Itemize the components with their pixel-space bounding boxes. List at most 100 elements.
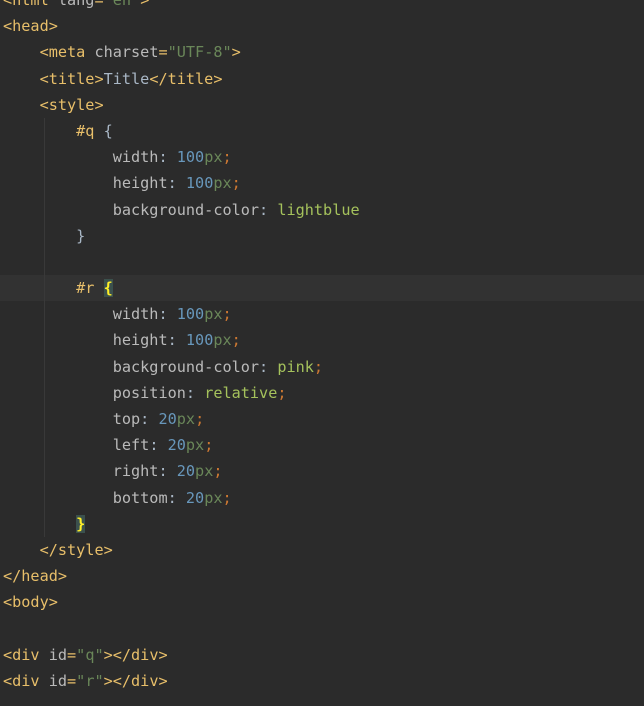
code-token: px xyxy=(185,436,205,455)
code-token: : xyxy=(259,357,278,376)
code-token: 100 xyxy=(176,148,205,167)
indent-guide xyxy=(43,170,45,197)
code-token: : xyxy=(140,410,159,428)
code-token: lightblue xyxy=(277,200,360,219)
code-token: #q xyxy=(76,121,95,140)
code-token: top xyxy=(112,410,141,428)
code-token: <div xyxy=(3,671,49,690)
code-token: <title> xyxy=(39,69,104,88)
code-line[interactable]: #r { xyxy=(0,275,644,302)
code-line[interactable]: #q { xyxy=(0,117,644,145)
code-line[interactable]: height: 100px; xyxy=(0,327,644,354)
code-token: ; xyxy=(195,410,205,428)
indent-guide xyxy=(43,196,45,223)
code-token: <style> xyxy=(39,95,104,114)
code-token: px xyxy=(213,174,232,193)
code-token: 20 xyxy=(158,410,177,428)
code-line[interactable]: <body> xyxy=(0,589,644,615)
code-token: height xyxy=(112,174,168,193)
code-line[interactable]: <html lang="en"> xyxy=(0,0,644,13)
indent-guide xyxy=(43,379,45,406)
code-line[interactable]: </head> xyxy=(0,563,644,589)
code-line[interactable]: width: 100px; xyxy=(0,144,644,171)
indent-guide xyxy=(43,432,45,459)
indent-guide xyxy=(43,406,45,433)
code-line[interactable]: position: relative; xyxy=(0,379,644,406)
code-line[interactable]: <title>Title</title> xyxy=(0,66,644,92)
code-token: charset xyxy=(94,43,159,62)
code-line[interactable]: <div id="r"></div> xyxy=(0,668,644,694)
code-token: position xyxy=(112,383,186,402)
code-token: <html xyxy=(3,0,58,9)
code-line[interactable]: } xyxy=(0,510,644,537)
indent-guide xyxy=(43,248,45,276)
code-line[interactable]: <meta charset="UTF-8"> xyxy=(0,39,644,65)
code-token: "UTF-8" xyxy=(167,43,232,62)
code-line[interactable]: <div id="q"></div> xyxy=(0,642,644,668)
code-token: ; xyxy=(222,148,232,167)
code-line[interactable]: } xyxy=(0,222,644,249)
code-token: : xyxy=(167,488,186,507)
code-token: { xyxy=(103,121,113,140)
code-line[interactable] xyxy=(0,248,644,276)
code-token: > xyxy=(231,43,241,62)
code-token: 100 xyxy=(185,174,214,193)
code-line[interactable]: <style> xyxy=(0,92,644,118)
code-token: : xyxy=(149,436,168,455)
indent-guide xyxy=(43,144,45,171)
code-token: { xyxy=(103,279,113,298)
code-token: <div xyxy=(3,645,49,664)
code-token: : xyxy=(167,331,186,350)
code-token: width xyxy=(112,148,159,167)
code-line[interactable]: top: 20px; xyxy=(0,406,644,433)
code-token: = xyxy=(67,671,77,690)
code-line[interactable] xyxy=(0,616,644,642)
code-token: left xyxy=(112,436,150,455)
code-token: 100 xyxy=(185,331,214,350)
code-token: ></div> xyxy=(103,671,168,690)
code-line[interactable]: left: 20px; xyxy=(0,432,644,459)
code-editor[interactable]: <html lang="en"> <head> <meta charset="UT… xyxy=(0,0,644,694)
code-token: </style> xyxy=(39,540,113,559)
code-line[interactable]: height: 100px; xyxy=(0,170,644,197)
indent-guide xyxy=(43,222,45,249)
code-token: ; xyxy=(277,383,287,402)
code-token: </head> xyxy=(3,567,68,586)
code-token: ; xyxy=(313,357,324,376)
code-line[interactable]: width: 100px; xyxy=(0,301,644,328)
indent-guide xyxy=(43,301,45,328)
code-token: height xyxy=(112,331,168,350)
code-token: <head> xyxy=(3,17,58,36)
code-line[interactable]: <head> xyxy=(0,13,644,39)
code-token: 100 xyxy=(176,305,205,324)
code-token: 20 xyxy=(185,488,205,507)
code-line[interactable]: right: 20px; xyxy=(0,458,644,485)
code-token: </title> xyxy=(149,69,223,88)
code-line[interactable]: </style> xyxy=(0,537,644,563)
code-token: : xyxy=(167,174,186,193)
code-token: px xyxy=(195,462,214,481)
code-token: px xyxy=(204,488,223,507)
code-line[interactable]: background-color: lightblue xyxy=(0,196,644,223)
code-token: = xyxy=(94,0,104,9)
code-token: 20 xyxy=(176,462,196,481)
code-token: relative xyxy=(204,383,278,402)
code-line[interactable]: background-color: pink; xyxy=(0,353,644,380)
code-token: > xyxy=(140,0,150,9)
code-token: : xyxy=(158,462,177,481)
code-line[interactable]: bottom: 20px; xyxy=(0,484,644,511)
